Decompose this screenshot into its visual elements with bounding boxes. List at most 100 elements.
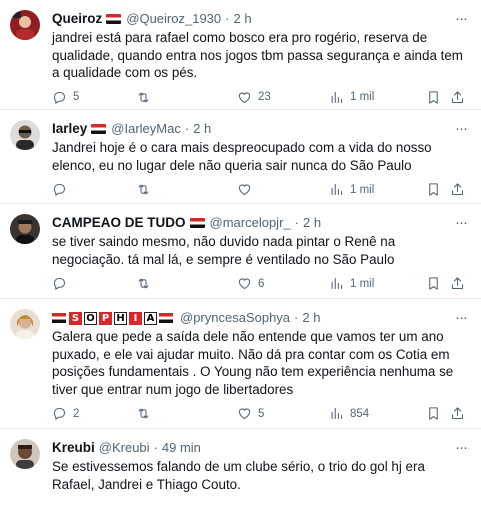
- tweet-actions: 6 1 mil: [52, 276, 467, 296]
- retweet-icon: [138, 184, 149, 195]
- reply-icon: [53, 184, 66, 196]
- timestamp[interactable]: 2 h: [233, 10, 251, 28]
- reply-button[interactable]: [52, 182, 73, 197]
- reply-icon: [53, 408, 66, 421]
- like-button[interactable]: 6: [237, 276, 264, 291]
- avatar[interactable]: [10, 214, 40, 244]
- timestamp[interactable]: 49 min: [162, 439, 201, 457]
- bookmark-button[interactable]: [426, 90, 441, 105]
- tweet[interactable]: Kreubi @Kreubi · 49 min ··· Se estivesse…: [0, 429, 481, 511]
- retweet-icon: [138, 92, 149, 103]
- display-name[interactable]: Queiroz: [52, 10, 102, 28]
- timestamp[interactable]: 2 h: [193, 120, 211, 138]
- avatar[interactable]: [10, 439, 40, 469]
- views-button[interactable]: 1 mil: [329, 182, 374, 197]
- user-handle[interactable]: @IarleyMac: [111, 120, 181, 138]
- heart-icon: [238, 92, 251, 103]
- tweet-actions: 2 5 854: [52, 406, 467, 426]
- retweet-icon: [138, 408, 149, 419]
- more-horizontal-icon[interactable]: ···: [455, 10, 468, 28]
- avatar[interactable]: [10, 309, 40, 339]
- timestamp[interactable]: 2 h: [302, 309, 320, 327]
- bookmark-button[interactable]: [426, 276, 441, 291]
- bookmark-icon: [429, 277, 438, 290]
- share-icon: [451, 91, 464, 103]
- user-handle[interactable]: @marcelopjr_: [210, 214, 291, 232]
- analytics-icon: [331, 278, 343, 290]
- tweet-text: Se estivessemos falando de um clube séri…: [52, 459, 425, 492]
- user-handle[interactable]: @pryncesaSophya: [180, 309, 290, 327]
- retweet-button[interactable]: [136, 406, 157, 421]
- separator-dot: ·: [184, 121, 190, 136]
- tweet[interactable]: Queiroz @Queiroz_1930 · 2 h ··· jandrei …: [0, 0, 481, 110]
- heart-icon: [238, 408, 251, 420]
- share-button[interactable]: [450, 406, 465, 421]
- separator-dot: ·: [225, 11, 230, 26]
- name-letter: P: [99, 311, 112, 325]
- share-icon: [451, 407, 464, 420]
- timestamp[interactable]: 2 h: [303, 214, 321, 232]
- tweet-text: Galera que pede a saída dele não entende…: [52, 329, 454, 397]
- analytics-icon: [331, 408, 343, 420]
- bookmark-icon: [429, 407, 438, 421]
- like-count: 6: [258, 277, 265, 290]
- tweet-actions: 5 23 1 mil: [52, 90, 467, 110]
- share-button[interactable]: [450, 90, 465, 105]
- reply-button[interactable]: 5: [52, 90, 79, 105]
- views-count: 1 mil: [350, 277, 375, 290]
- more-horizontal-icon[interactable]: ···: [455, 309, 468, 327]
- display-name[interactable]: S O P H I A: [52, 311, 176, 325]
- more-horizontal-icon[interactable]: ···: [455, 120, 468, 138]
- views-button[interactable]: 1 mil: [329, 90, 374, 105]
- user-handle[interactable]: @Queiroz_1930: [126, 10, 221, 28]
- tweet-text: Jandrei hoje é o cara mais despreocupado…: [52, 140, 432, 173]
- retweet-button[interactable]: [136, 182, 157, 197]
- bookmark-button[interactable]: [426, 406, 441, 421]
- bookmark-button[interactable]: [426, 182, 441, 197]
- separator-dot: ·: [153, 440, 158, 455]
- share-button[interactable]: [450, 182, 465, 197]
- user-handle[interactable]: @Kreubi: [99, 439, 150, 457]
- like-button[interactable]: [237, 182, 258, 197]
- tweet-text: jandrei está para rafael como bosco era …: [52, 30, 463, 81]
- display-name[interactable]: Iarley: [52, 120, 87, 138]
- more-horizontal-icon[interactable]: ···: [455, 214, 468, 232]
- flag-emoji-icon: [52, 313, 66, 323]
- avatar[interactable]: [10, 120, 40, 150]
- share-button[interactable]: [450, 276, 465, 291]
- like-count: 23: [258, 91, 271, 104]
- avatar[interactable]: [10, 10, 40, 40]
- views-count: 1 mil: [350, 91, 375, 104]
- separator-dot: ·: [294, 310, 299, 325]
- retweet-button[interactable]: [136, 276, 157, 291]
- heart-icon: [238, 184, 251, 196]
- like-button[interactable]: 5: [237, 406, 264, 421]
- views-count: 854: [350, 407, 370, 420]
- more-horizontal-icon[interactable]: ···: [455, 439, 468, 457]
- reply-button[interactable]: [52, 276, 73, 291]
- name-letter: S: [69, 311, 82, 325]
- display-name[interactable]: CAMPEAO DE TUDO: [52, 214, 186, 232]
- flag-emoji-icon: [189, 218, 205, 228]
- tweet-text: se tiver saindo mesmo, não duvido nada p…: [52, 234, 396, 267]
- reply-icon: [53, 278, 66, 290]
- tweet[interactable]: Iarley @IarleyMac · 2 h ··· Jandrei hoje…: [0, 110, 481, 204]
- views-button[interactable]: 854: [329, 406, 369, 421]
- reply-button[interactable]: 2: [52, 406, 79, 421]
- views-button[interactable]: 1 mil: [329, 276, 374, 291]
- reply-count: 5: [73, 91, 80, 104]
- share-icon: [451, 277, 464, 290]
- display-name[interactable]: Kreubi: [52, 439, 95, 457]
- tweet[interactable]: CAMPEAO DE TUDO @marcelopjr_ · 2 h ··· s…: [0, 204, 481, 299]
- bookmark-icon: [429, 91, 438, 104]
- tweet-actions: 1 mil: [52, 182, 467, 202]
- bookmark-icon: [429, 183, 438, 196]
- flag-emoji-icon: [159, 313, 173, 323]
- tweet[interactable]: S O P H I A @pryncesaSophya · 2 h ··· Ga…: [0, 299, 481, 429]
- retweet-button[interactable]: [136, 90, 157, 105]
- reply-icon: [53, 91, 66, 104]
- share-icon: [451, 183, 464, 196]
- analytics-icon: [331, 184, 343, 196]
- name-letter: O: [84, 311, 97, 325]
- like-button[interactable]: 23: [237, 90, 271, 105]
